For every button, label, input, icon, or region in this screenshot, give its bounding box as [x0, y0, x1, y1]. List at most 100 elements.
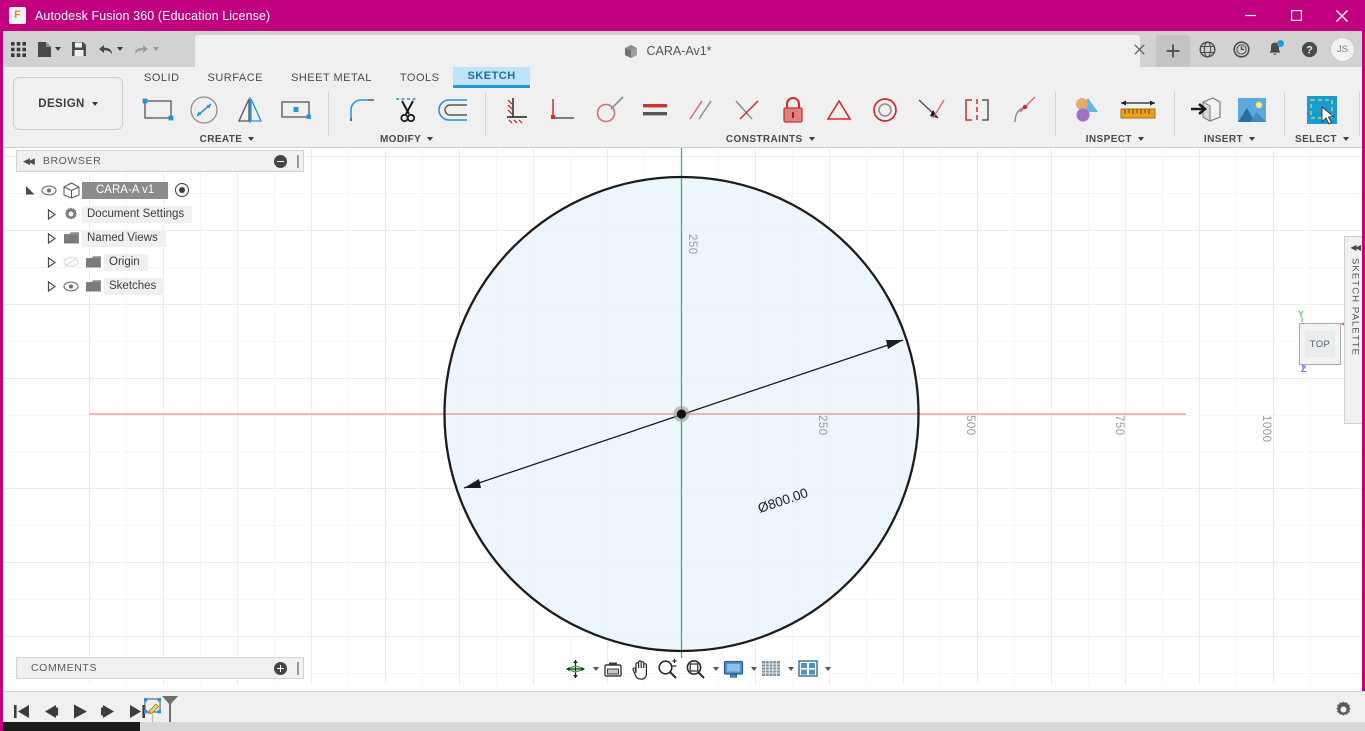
document-tab[interactable]: CARA-Av1*: [195, 35, 1140, 67]
display-settings-icon[interactable]: [720, 657, 747, 681]
fix-unfix-constraint-icon[interactable]: [771, 89, 815, 131]
visibility-eye-icon[interactable]: [60, 281, 82, 292]
insert-dropdown-caret[interactable]: [1248, 137, 1255, 141]
collapse-right-icon[interactable]: ◀◀: [1350, 243, 1361, 252]
ribbon-tab-solid[interactable]: SOLID: [130, 67, 194, 88]
notifications-bell-icon[interactable]: [1258, 31, 1292, 67]
insert-canvas-image-icon[interactable]: [1230, 89, 1274, 131]
collapse-left-icon[interactable]: ◀◀: [23, 156, 35, 167]
insert-derive-icon[interactable]: [1184, 89, 1228, 131]
timeline-settings-gear-icon[interactable]: [1334, 700, 1353, 724]
sketch-origin-point[interactable]: [676, 409, 687, 419]
app-grid-icon[interactable]: [6, 35, 31, 63]
horizontal-vertical-constraint-icon[interactable]: [909, 89, 953, 131]
grid-snaps-icon[interactable]: [758, 657, 784, 681]
look-at-tool-icon[interactable]: [600, 657, 626, 681]
timeline-scrollbar-track[interactable]: [0, 722, 1365, 731]
browser-collapse-minus-icon[interactable]: [274, 155, 287, 168]
ribbon-group-create-label[interactable]: CREATE: [200, 132, 255, 146]
expand-twist-icon[interactable]: [44, 256, 60, 268]
collinear-constraint-icon[interactable]: [541, 89, 585, 131]
display-settings-dropdown-caret[interactable]: [751, 667, 757, 671]
viewcube-top-face[interactable]: TOP: [1299, 323, 1341, 365]
undo-dropdown-caret[interactable]: [117, 47, 123, 51]
ribbon-group-insert-label[interactable]: INSERT: [1204, 132, 1255, 146]
ribbon-group-inspect-label[interactable]: INSPECT: [1086, 132, 1144, 146]
select-dropdown-caret[interactable]: [1342, 137, 1349, 141]
viewports-dropdown-caret[interactable]: [825, 667, 831, 671]
ribbon-tab-sketch[interactable]: SKETCH: [453, 67, 530, 88]
constraints-dropdown-caret[interactable]: [808, 137, 815, 141]
coincident-constraint-icon[interactable]: [495, 89, 539, 131]
workspace-switcher-button[interactable]: DESIGN: [13, 77, 123, 130]
equal-constraint-icon[interactable]: [633, 89, 677, 131]
visibility-eye-off-icon[interactable]: [60, 256, 82, 268]
redo-button[interactable]: [129, 35, 163, 63]
workspace-dropdown-caret[interactable]: [91, 101, 98, 106]
concentric-constraint-icon[interactable]: [863, 89, 907, 131]
offset-tool-icon[interactable]: [431, 89, 475, 131]
perpendicular-constraint-icon[interactable]: [725, 89, 769, 131]
tree-row-named-views[interactable]: Named Views: [16, 226, 304, 250]
visibility-eye-icon[interactable]: [38, 185, 60, 196]
help-icon[interactable]: ?: [1292, 31, 1326, 67]
grid-snaps-dropdown-caret[interactable]: [788, 667, 794, 671]
fit-tool-icon[interactable]: [682, 657, 709, 681]
ribbon-group-constraints-label[interactable]: CONSTRAINTS: [726, 132, 815, 146]
inspect-dropdown-caret[interactable]: [1137, 137, 1144, 141]
expand-twist-icon[interactable]: [44, 280, 60, 292]
tree-row-document-settings[interactable]: Document Settings: [16, 202, 304, 226]
fit-dropdown-caret[interactable]: [713, 667, 719, 671]
history-clock-icon[interactable]: [1224, 31, 1258, 67]
expand-twist-icon[interactable]: [44, 208, 60, 220]
save-button[interactable]: [67, 35, 91, 63]
minimize-button[interactable]: [1227, 0, 1273, 31]
ribbon-tab-sheet-metal[interactable]: SHEET METAL: [277, 67, 386, 88]
browser-resize-grip[interactable]: [297, 155, 299, 168]
curvature-constraint-icon[interactable]: [1001, 89, 1045, 131]
expand-twist-icon[interactable]: [22, 185, 38, 196]
maximize-button[interactable]: [1273, 0, 1319, 31]
comments-resize-grip[interactable]: [297, 662, 299, 675]
user-avatar[interactable]: JS: [1330, 36, 1355, 62]
ribbon-tab-surface[interactable]: SURFACE: [194, 67, 277, 88]
new-document-tab-button[interactable]: [1156, 35, 1190, 67]
new-file-button[interactable]: [33, 35, 65, 63]
pan-tool-icon[interactable]: [627, 657, 653, 681]
activate-component-radio[interactable]: [175, 183, 190, 197]
parallel-constraint-icon[interactable]: [679, 89, 723, 131]
rectangular-pattern-tool-icon[interactable]: [274, 89, 318, 131]
mirror-tool-icon[interactable]: [228, 89, 272, 131]
world-icon[interactable]: [1190, 31, 1224, 67]
add-comment-icon[interactable]: [274, 662, 287, 675]
orbit-tool-icon[interactable]: [562, 657, 589, 681]
fillet-tool-icon[interactable]: [339, 89, 383, 131]
circle-tool-icon[interactable]: [182, 89, 226, 131]
orbit-dropdown-caret[interactable]: [593, 667, 599, 671]
symmetry-constraint-icon[interactable]: [955, 89, 999, 131]
tangent-constraint-icon[interactable]: [587, 89, 631, 131]
viewports-icon[interactable]: [795, 657, 821, 681]
tree-row-sketches[interactable]: Sketches: [16, 274, 304, 298]
new-file-dropdown-caret[interactable]: [55, 47, 61, 51]
measure-tool-icon[interactable]: [1112, 89, 1164, 131]
tree-row-cara-a-v1[interactable]: CARA-A v1: [16, 178, 304, 202]
tree-row-origin[interactable]: Origin: [16, 250, 304, 274]
modify-dropdown-caret[interactable]: [427, 137, 434, 141]
ribbon-group-select-label[interactable]: SELECT: [1295, 132, 1349, 146]
midpoint-constraint-icon[interactable]: [817, 89, 861, 131]
rectangle-tool-icon[interactable]: [136, 89, 180, 131]
create-dropdown-caret[interactable]: [248, 137, 255, 141]
ribbon-group-modify-label[interactable]: MODIFY: [380, 132, 434, 146]
close-button[interactable]: [1319, 0, 1365, 31]
ribbon-tab-tools[interactable]: TOOLS: [386, 67, 454, 88]
timeline-scrollbar-thumb[interactable]: [0, 722, 140, 731]
zoom-tool-icon[interactable]: [654, 657, 681, 681]
close-document-tab-button[interactable]: [1122, 31, 1156, 67]
undo-button[interactable]: [93, 35, 127, 63]
select-window-icon[interactable]: [1300, 89, 1344, 131]
inspect-section-analysis-icon[interactable]: [1066, 89, 1110, 131]
expand-twist-icon[interactable]: [44, 232, 60, 244]
trim-tool-icon[interactable]: [385, 89, 429, 131]
redo-dropdown-caret[interactable]: [153, 47, 159, 51]
